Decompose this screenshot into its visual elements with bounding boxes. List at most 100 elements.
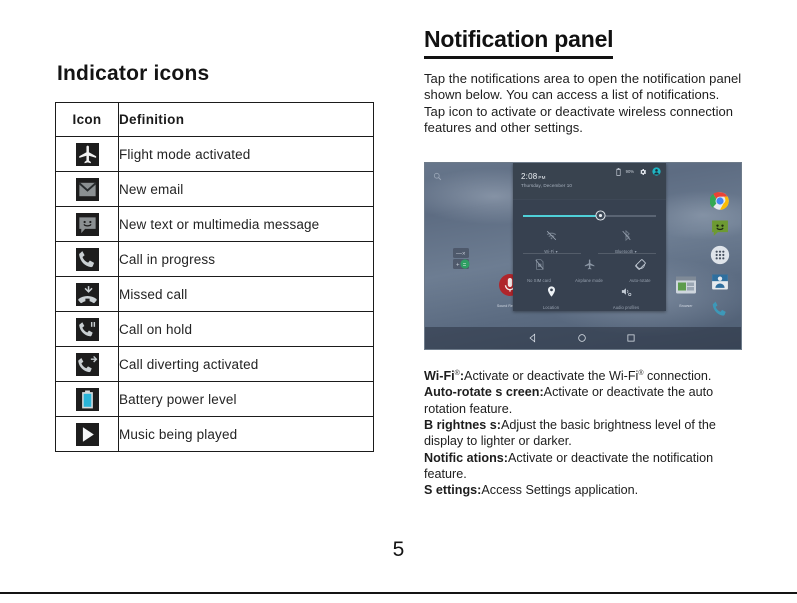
location-pin-icon — [547, 286, 555, 297]
dock-item-browser[interactable]: Browser — [673, 273, 699, 308]
call-on-hold-icon — [75, 317, 99, 341]
audio-profiles-icon — [621, 288, 631, 297]
notification-panel-screenshot: — × + = Sound Recorder Browser 90% 2:08P… — [424, 162, 742, 350]
clock-time: 2:08PM — [521, 172, 546, 181]
tile-divider — [523, 253, 581, 254]
browser-icon — [676, 276, 696, 294]
battery-icon — [75, 387, 99, 411]
user-avatar-icon[interactable] — [652, 167, 661, 176]
sim-off-icon — [534, 259, 544, 270]
qs-tile-label: Auto-rotate — [629, 278, 651, 283]
brightness-slider[interactable] — [523, 210, 656, 222]
table-row: Call in progress — [55, 241, 374, 277]
definition-cell: New text or multimedia message — [118, 206, 374, 242]
qs-tile-label: No SIM card — [527, 278, 551, 283]
home-widget: — × + = — [452, 247, 492, 273]
definition-cell: Flight mode activated — [118, 136, 374, 172]
qs-tile-audio-profiles[interactable]: Audio profiles — [601, 285, 651, 310]
feature-descriptions: Wi-Fi®:Activate or deactivate the Wi-Fi®… — [424, 366, 744, 499]
definition-cell: Call in progress — [118, 241, 374, 277]
description-notifications: Notific ations:Activate or deactivate th… — [424, 450, 744, 483]
quick-settings-panel: 90% 2:08PM Thursday, December 10 Wi-Fi ▾… — [513, 163, 666, 311]
icon-cell — [55, 206, 119, 242]
qs-tile-label: Location — [542, 305, 560, 310]
icon-cell — [55, 136, 119, 172]
table-row: Missed call — [55, 276, 374, 312]
indicator-icons-table: Icon Definition Flight mode activated Ne… — [55, 102, 374, 452]
call-divert-icon — [75, 352, 99, 376]
icon-cell — [55, 416, 119, 452]
clock-meridiem: PM — [538, 175, 546, 180]
description-term: Notific ations: — [424, 450, 508, 465]
icon-cell — [55, 276, 119, 312]
qs-tile-sim[interactable]: No SIM card — [516, 258, 562, 283]
search-icon — [433, 172, 442, 181]
column-header-icon: Icon — [55, 102, 119, 137]
slider-knob[interactable] — [595, 210, 606, 221]
phone-handset-icon — [75, 247, 99, 271]
description-text: Access Settings application. — [481, 483, 639, 498]
icon-cell — [55, 171, 119, 207]
definition-cell: Music being played — [118, 416, 374, 452]
clock-time-value: 2:08 — [521, 172, 538, 181]
intro-paragraph-2: Tap icon to activate or deactivate wirel… — [424, 103, 734, 136]
svg-text:=: = — [463, 262, 467, 268]
table-row: Battery power level — [55, 381, 374, 417]
notification-panel-section: Notification panel Tap the notifications… — [424, 26, 744, 137]
footer-rule — [0, 592, 797, 594]
recents-button[interactable] — [626, 333, 636, 343]
home-app-rail — [705, 191, 735, 319]
indicator-icons-title: Indicator icons — [57, 62, 210, 85]
airplane-icon — [584, 259, 594, 270]
icon-cell — [55, 311, 119, 347]
qs-tile-label: Airplane mode — [575, 278, 603, 283]
table-row: Music being played — [55, 416, 374, 452]
contacts-icon[interactable] — [710, 272, 730, 292]
missed-call-icon — [75, 282, 99, 306]
battery-status-icon — [616, 167, 621, 176]
table-row: Call on hold — [55, 311, 374, 347]
tile-divider — [598, 253, 656, 254]
description-term: B rightnes s: — [424, 418, 501, 433]
page-number: 5 — [392, 538, 405, 561]
description-text: Activate or deactivate the Wi-Fi — [464, 369, 639, 384]
description-text-tail: connection. — [643, 369, 712, 384]
table-header-row: Icon Definition — [55, 102, 374, 137]
bluetooth-off-icon — [621, 229, 631, 242]
message-smiley-icon — [75, 212, 99, 236]
play-icon — [75, 422, 99, 446]
table-row: New text or multimedia message — [55, 206, 374, 242]
gear-icon[interactable] — [639, 168, 647, 176]
envelope-icon — [75, 177, 99, 201]
airplane-icon — [75, 142, 99, 166]
table-row: New email — [55, 171, 374, 207]
autorotate-icon — [634, 259, 646, 270]
definition-cell: Missed call — [118, 276, 374, 312]
svg-text:+: + — [456, 263, 460, 269]
back-button[interactable] — [528, 333, 538, 343]
qs-tile-airplane[interactable]: Airplane mode — [566, 258, 612, 283]
chrome-icon[interactable] — [709, 191, 730, 211]
home-button[interactable] — [577, 333, 587, 343]
notification-panel-title: Notification panel — [424, 26, 614, 59]
intro-paragraph-1: Tap the notifications area to open the n… — [424, 71, 742, 103]
icon-cell — [55, 381, 119, 417]
qs-tile-wifi[interactable]: Wi-Fi ▾ — [526, 229, 576, 254]
table-row: Call diverting activated — [55, 346, 374, 382]
dock-label: Browser — [679, 304, 693, 308]
qs-tile-autorotate[interactable]: Auto-rotate — [617, 258, 663, 283]
description-term: Wi-Fi — [424, 369, 455, 384]
phone-icon[interactable] — [710, 299, 730, 319]
wifi-off-icon — [546, 230, 556, 241]
icon-cell — [55, 346, 119, 382]
messaging-icon[interactable] — [710, 218, 730, 238]
quick-settings-header: 90% 2:08PM Thursday, December 10 — [513, 163, 666, 200]
app-drawer-icon[interactable] — [710, 245, 730, 265]
description-auto-rotate: Auto-rotate s creen:Activate or deactiva… — [424, 384, 744, 417]
description-brightness: B rightnes s:Adjust the basic brightness… — [424, 417, 744, 450]
qs-tile-location[interactable]: Location — [526, 285, 576, 310]
description-term: Auto-rotate s creen: — [424, 385, 544, 400]
qs-tile-bluetooth[interactable]: Bluetooth ▾ — [601, 229, 651, 254]
definition-cell: Call on hold — [118, 311, 374, 347]
definition-cell: New email — [118, 171, 374, 207]
